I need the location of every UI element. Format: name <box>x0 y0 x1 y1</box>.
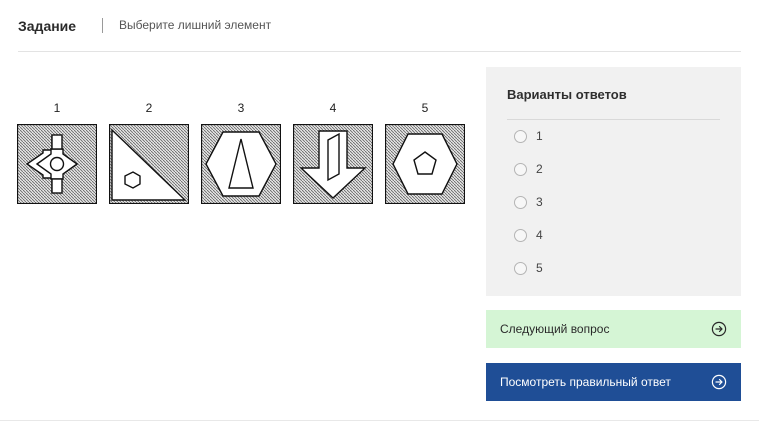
figure-2: 2 <box>109 101 189 204</box>
answer-option-3[interactable]: 3 <box>514 194 543 210</box>
answer-option-label: 2 <box>536 162 543 176</box>
hexagon-pentagon-icon <box>385 124 465 204</box>
task-instruction: Выберите лишний элемент <box>119 18 272 32</box>
footer-divider <box>0 420 759 421</box>
answer-option-label: 3 <box>536 195 543 209</box>
answer-option-label: 5 <box>536 261 543 275</box>
answer-option-label: 4 <box>536 228 543 242</box>
figure-number: 5 <box>421 101 429 115</box>
radio-button[interactable] <box>514 228 527 242</box>
figure-row: 1 2 3 4 5 <box>17 101 467 211</box>
task-header: Задание Выберите лишний элемент <box>18 14 741 52</box>
radio-button[interactable] <box>514 195 527 209</box>
panel-divider <box>507 119 720 120</box>
answer-option-5[interactable]: 5 <box>514 260 543 276</box>
figure-number: 1 <box>53 101 61 115</box>
arrow-right-circle-icon <box>711 374 727 390</box>
figure-5: 5 <box>385 101 465 204</box>
figure-1: 1 <box>17 101 97 204</box>
answer-option-1[interactable]: 1 <box>514 128 543 144</box>
answer-options-panel: Варианты ответов 1 2 3 4 5 <box>486 67 741 296</box>
task-title: Задание <box>18 18 77 34</box>
next-question-label: Следующий вопрос <box>500 322 610 336</box>
answer-option-2[interactable]: 2 <box>514 161 543 177</box>
figure-number: 2 <box>145 101 153 115</box>
radio-button[interactable] <box>514 129 527 143</box>
show-answer-button[interactable]: Посмотреть правильный ответ <box>486 363 741 401</box>
answer-options-title: Варианты ответов <box>507 87 627 102</box>
figure-4: 4 <box>293 101 373 204</box>
radio-button[interactable] <box>514 261 527 275</box>
hexagon-triangle-icon <box>201 124 281 204</box>
diamond-arrows-circle-icon <box>17 124 97 204</box>
radio-button[interactable] <box>514 162 527 176</box>
triangle-hexagon-icon <box>109 124 189 204</box>
figure-number: 4 <box>329 101 337 115</box>
figure-number: 3 <box>237 101 245 115</box>
show-answer-label: Посмотреть правильный ответ <box>500 375 671 389</box>
arrow-down-parallelogram-icon <box>293 124 373 204</box>
header-divider <box>102 18 103 33</box>
answer-option-label: 1 <box>536 129 543 143</box>
figure-3: 3 <box>201 101 281 204</box>
next-question-button[interactable]: Следующий вопрос <box>486 310 741 348</box>
answer-option-4[interactable]: 4 <box>514 227 543 243</box>
arrow-right-circle-icon <box>711 321 727 337</box>
